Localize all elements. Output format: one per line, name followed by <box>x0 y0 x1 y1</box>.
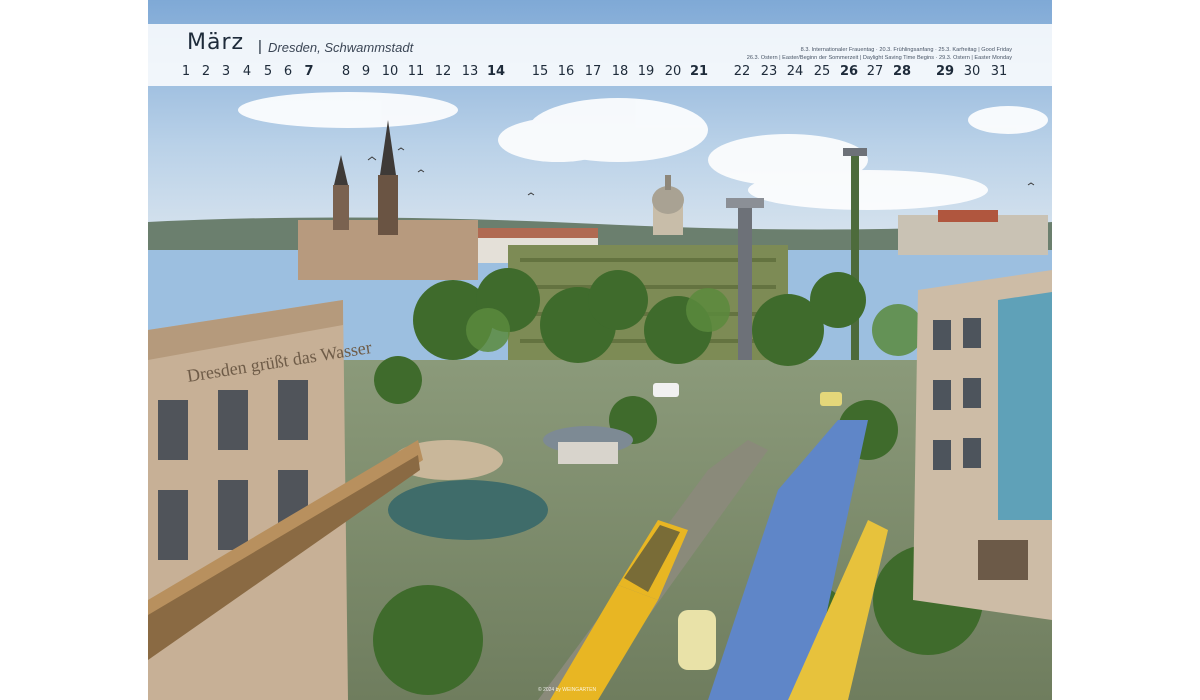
day-number: 24 <box>786 64 804 79</box>
day-number: 22 <box>733 64 751 79</box>
city-illustration: Dresden grüßt das Wasser <box>148 0 1052 700</box>
autonomous-pod <box>678 610 716 670</box>
day-number: 15 <box>531 64 549 79</box>
day-number: 17 <box>584 64 602 79</box>
holiday-note: 8.3. Internationaler Frauentag · 20.3. F… <box>800 47 1012 53</box>
copyright-credit: © 2024 by WEINGARTEN <box>538 687 597 693</box>
holiday-notes: 8.3. Internationaler Frauentag · 20.3. F… <box>712 46 1012 62</box>
day-number: 27 <box>866 64 884 79</box>
image-caption: Dresden, Schwammstadt <box>268 40 414 55</box>
day-number: 20 <box>664 64 682 79</box>
calendar-page: Dresden grüßt das Wasser März | Dresden,… <box>148 0 1052 700</box>
day-number: 29 <box>935 64 955 79</box>
day-number: 14 <box>486 64 506 79</box>
day-number: 11 <box>407 64 425 79</box>
right-building <box>913 270 1052 620</box>
calendar-header: März | Dresden, Schwammstadt 8.3. Intern… <box>148 24 1052 86</box>
day-number: 26 <box>839 64 859 79</box>
green-pole <box>851 155 859 385</box>
tall-tower <box>738 205 752 370</box>
day-number: 30 <box>963 64 981 79</box>
day-number: 7 <box>304 64 314 79</box>
day-number: 23 <box>760 64 778 79</box>
day-number: 21 <box>689 64 709 79</box>
white-van <box>653 383 679 397</box>
day-number: 19 <box>637 64 655 79</box>
day-number: 16 <box>557 64 575 79</box>
month-title: März <box>187 30 245 55</box>
holiday-note: 26.3. Ostern | Easter/Beginn der Sommerz… <box>746 55 1012 61</box>
day-number: 9 <box>361 64 371 79</box>
day-number: 10 <box>381 64 399 79</box>
day-number: 31 <box>990 64 1008 79</box>
day-number: 28 <box>892 64 912 79</box>
pond <box>388 480 548 540</box>
title-separator: | <box>258 38 262 55</box>
day-number: 25 <box>813 64 831 79</box>
day-number: 12 <box>434 64 452 79</box>
day-number: 18 <box>611 64 629 79</box>
day-row: 1 2 3 4 5 6 7 8 9 10 11 12 13 14 15 16 17 18 19 20 21 22 23 24 2… <box>148 64 1052 82</box>
day-number: 13 <box>461 64 479 79</box>
